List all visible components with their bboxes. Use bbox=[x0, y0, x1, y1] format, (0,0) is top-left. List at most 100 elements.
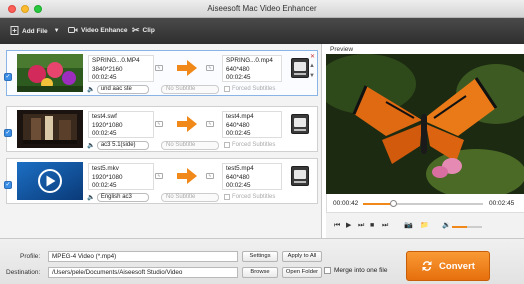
output-format-icon[interactable] bbox=[291, 166, 309, 186]
speaker-icon[interactable]: 🔉 bbox=[442, 222, 451, 230]
output-name: test5.mp4 bbox=[226, 165, 254, 172]
convert-icon bbox=[422, 261, 432, 271]
open-folder-button[interactable]: Open Folder bbox=[282, 267, 322, 278]
clip-button[interactable]: ✂ Clip bbox=[132, 25, 155, 35]
output-duration: 00:02:45 bbox=[226, 74, 251, 81]
source-edit-icon[interactable]: ✎ bbox=[155, 121, 163, 127]
speaker-icon: 🔈 bbox=[87, 86, 95, 93]
video-thumbnail[interactable] bbox=[17, 54, 83, 92]
video-enhance-button[interactable]: Video Enhance bbox=[68, 26, 127, 35]
file-row[interactable]: ✓ SPRING...0.MP4 3840*2160 00:02:45 ✎ ✎ … bbox=[4, 50, 318, 96]
audio-track-select[interactable]: English ac3 bbox=[96, 193, 149, 202]
clip-label: Clip bbox=[142, 26, 155, 34]
file-row[interactable]: ✓ test5.mkv 1920*1080 00:02:45 ✎ ✎ test5… bbox=[4, 158, 318, 204]
preview-label: Preview bbox=[330, 46, 354, 53]
total-time: 00:02:45 bbox=[489, 200, 515, 207]
file-row[interactable]: ✓ test4.swf 1920*1080 00:02:45 ✎ ✎ test4… bbox=[4, 106, 318, 152]
subtitle-select[interactable]: No Subtitle bbox=[161, 85, 219, 94]
move-down-icon[interactable]: ▼ bbox=[309, 73, 315, 79]
output-resolution: 640*480 bbox=[226, 65, 250, 73]
merge-label: Merge into one file bbox=[334, 267, 388, 274]
apply-to-all-button[interactable]: Apply to All bbox=[282, 251, 322, 262]
bottom-panel: Profile: MPEG-4 Video (*.mp4) Settings A… bbox=[0, 238, 524, 284]
convert-arrow-icon bbox=[177, 116, 197, 132]
chevron-down-icon[interactable]: ▼ bbox=[54, 28, 60, 34]
forced-subtitles-label: Forced Subtitles bbox=[232, 142, 276, 148]
output-resolution: 640*480 bbox=[226, 121, 250, 129]
destination-label: Destination: bbox=[6, 269, 41, 276]
source-info: test4.swf 1920*1080 00:02:45 bbox=[88, 111, 154, 138]
browse-button[interactable]: Browse bbox=[242, 267, 278, 278]
file-checkbox[interactable]: ✓ bbox=[4, 73, 12, 81]
scissors-icon: ✂ bbox=[132, 25, 140, 35]
stop-icon[interactable]: ■ bbox=[370, 222, 374, 230]
output-name: SPRING...0.mp4 bbox=[226, 57, 273, 64]
output-duration: 00:02:45 bbox=[226, 130, 251, 137]
output-info: SPRING...0.mp4 640*480 00:02:45 bbox=[222, 55, 282, 82]
source-name: test5.mkv bbox=[92, 165, 119, 172]
source-edit-icon[interactable]: ✎ bbox=[155, 65, 163, 71]
subtitle-select[interactable]: No Subtitle bbox=[161, 141, 219, 150]
output-format-icon[interactable] bbox=[291, 114, 309, 134]
output-info: test4.mp4 640*480 00:02:45 bbox=[222, 111, 282, 138]
title-bar: Aiseesoft Mac Video Enhancer bbox=[0, 0, 524, 18]
source-name: SPRING...0.MP4 bbox=[92, 57, 140, 64]
audio-track: 🔈 ac3 5.1(side) bbox=[87, 141, 149, 150]
forced-subtitles-checkbox[interactable] bbox=[224, 194, 230, 200]
source-resolution: 1920*1080 bbox=[92, 173, 123, 181]
current-time: 00:00:42 bbox=[333, 200, 359, 207]
source-duration: 00:02:45 bbox=[92, 182, 117, 189]
preview-video[interactable] bbox=[326, 54, 524, 194]
next-icon[interactable]: ⏭ bbox=[382, 222, 388, 230]
move-up-icon[interactable]: ▲ bbox=[309, 63, 315, 69]
add-file-button[interactable]: Add File ▼ bbox=[10, 26, 60, 36]
forced-subtitles: Forced Subtitles bbox=[224, 194, 275, 200]
seek-handle[interactable] bbox=[390, 200, 397, 207]
speaker-icon: 🔈 bbox=[87, 142, 95, 149]
convert-button[interactable]: Convert bbox=[406, 251, 490, 281]
snapshot-icon[interactable]: 📷 bbox=[404, 222, 413, 230]
output-resolution: 640*480 bbox=[226, 173, 250, 181]
forced-subtitles-checkbox[interactable] bbox=[224, 86, 230, 92]
remove-icon[interactable]: ✕ bbox=[310, 53, 315, 60]
profile-value: MPEG-4 Video (*.mp4) bbox=[52, 253, 117, 260]
convert-arrow-icon bbox=[177, 168, 197, 184]
folder-icon[interactable]: 📁 bbox=[420, 222, 429, 230]
video-thumbnail[interactable] bbox=[17, 110, 83, 148]
source-resolution: 1920*1080 bbox=[92, 121, 123, 129]
volume-slider[interactable] bbox=[452, 226, 482, 228]
source-info: test5.mkv 1920*1080 00:02:45 bbox=[88, 163, 154, 190]
source-duration: 00:02:45 bbox=[92, 74, 117, 81]
source-resolution: 3840*2160 bbox=[92, 65, 123, 73]
source-name: test4.swf bbox=[92, 113, 117, 120]
add-file-label: Add File bbox=[22, 27, 48, 35]
merge-option: Merge into one file bbox=[324, 267, 387, 274]
video-enhance-label: Video Enhance bbox=[81, 27, 128, 34]
previous-icon[interactable]: ⏮ bbox=[334, 222, 340, 230]
file-checkbox[interactable]: ✓ bbox=[4, 129, 12, 137]
forced-subtitles-checkbox[interactable] bbox=[224, 142, 230, 148]
output-edit-icon[interactable]: ✎ bbox=[206, 173, 214, 179]
settings-button[interactable]: Settings bbox=[242, 251, 278, 262]
window-title: Aiseesoft Mac Video Enhancer bbox=[207, 4, 317, 13]
file-checkbox[interactable]: ✓ bbox=[4, 181, 12, 189]
source-edit-icon[interactable]: ✎ bbox=[155, 173, 163, 179]
output-edit-icon[interactable]: ✎ bbox=[206, 121, 214, 127]
audio-track: 🔈 English ac3 bbox=[87, 193, 149, 202]
seek-progress bbox=[363, 203, 393, 205]
profile-select[interactable]: MPEG-4 Video (*.mp4) bbox=[48, 251, 238, 262]
output-info: test5.mp4 640*480 00:02:45 bbox=[222, 163, 282, 190]
video-thumbnail[interactable] bbox=[17, 162, 83, 200]
audio-track-select[interactable]: ac3 5.1(side) bbox=[96, 141, 149, 150]
audio-track-select[interactable]: und aac ste bbox=[96, 85, 149, 94]
merge-checkbox[interactable] bbox=[324, 267, 331, 274]
source-duration: 00:02:45 bbox=[92, 130, 117, 137]
play-icon[interactable]: ▶ bbox=[346, 222, 351, 230]
seek-bar[interactable] bbox=[363, 200, 483, 207]
subtitle-select[interactable]: No Subtitle bbox=[161, 193, 219, 202]
output-format-icon[interactable] bbox=[291, 58, 309, 78]
output-name: test4.mp4 bbox=[226, 113, 254, 120]
output-edit-icon[interactable]: ✎ bbox=[206, 65, 214, 71]
fast-forward-icon[interactable]: ⏭ bbox=[358, 222, 364, 230]
destination-input[interactable]: /Users/pele/Documents/Aiseesoft Studio/V… bbox=[48, 267, 238, 278]
